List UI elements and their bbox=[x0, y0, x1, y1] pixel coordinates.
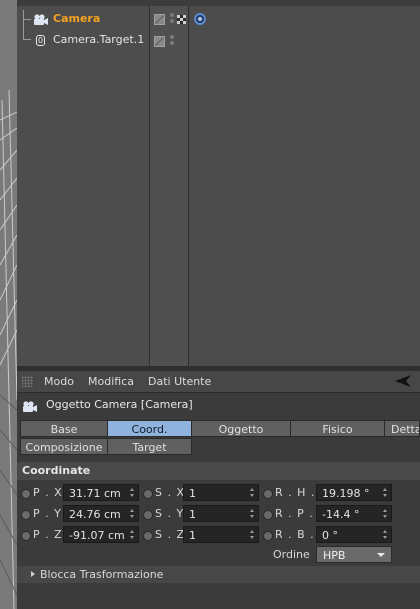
rh-field[interactable]: 19.198 ° bbox=[316, 484, 392, 501]
param-label-px: P . X bbox=[33, 486, 63, 499]
attribute-manager: Modo Modifica Dati Utente Oggetto Camera… bbox=[17, 371, 420, 609]
camera-icon bbox=[33, 13, 49, 25]
rb-field[interactable]: 0 ° bbox=[316, 526, 392, 543]
order-value: HPB bbox=[323, 549, 346, 562]
object-name[interactable]: Camera.Target.1 bbox=[53, 30, 144, 50]
tree-connector bbox=[23, 10, 24, 40]
stepper-arrows-icon[interactable] bbox=[383, 509, 388, 518]
order-select[interactable]: HPB bbox=[316, 546, 392, 563]
stepper-arrows-icon[interactable] bbox=[130, 530, 135, 539]
stepper-arrows-icon[interactable] bbox=[130, 509, 135, 518]
stepper-arrows-icon[interactable] bbox=[383, 488, 388, 497]
fold-label: Blocca Trasformazione bbox=[40, 568, 164, 581]
keyframe-radio[interactable] bbox=[143, 531, 153, 541]
disclosure-triangle-icon[interactable] bbox=[31, 571, 35, 577]
rh-value: 19.198 ° bbox=[322, 487, 370, 500]
param-label-sy: S . Y bbox=[155, 507, 185, 520]
chevron-down-icon bbox=[377, 553, 385, 557]
tree-connector bbox=[23, 39, 31, 40]
section-title: Coordinate bbox=[22, 464, 91, 477]
object-name[interactable]: Camera bbox=[53, 9, 100, 29]
tab-coord[interactable]: Coord. bbox=[107, 420, 192, 437]
param-label-sx: S . X bbox=[155, 486, 186, 499]
sz-value: 1 bbox=[189, 529, 196, 542]
target-tag-icon[interactable] bbox=[194, 13, 206, 25]
menu-modo[interactable]: Modo bbox=[44, 371, 74, 392]
editor-visibility-dots[interactable] bbox=[169, 35, 175, 45]
stepper-arrows-icon[interactable] bbox=[250, 488, 255, 497]
tab-target[interactable]: Target bbox=[107, 438, 192, 455]
param-label-sz: S . Z bbox=[155, 528, 186, 541]
camera-icon bbox=[22, 399, 38, 412]
fold-blocca-trasformazione[interactable]: Blocca Trasformazione bbox=[17, 566, 420, 583]
stepper-arrows-icon[interactable] bbox=[250, 530, 255, 539]
keyframe-radio[interactable] bbox=[21, 489, 31, 499]
object-manager: Camera 0 Camera.Target.1 bbox=[17, 0, 420, 366]
grip-icon[interactable] bbox=[22, 376, 33, 387]
pz-value: -91.07 cm bbox=[69, 529, 125, 542]
px-value: 31.71 cm bbox=[69, 487, 121, 500]
keyframe-radio[interactable] bbox=[143, 510, 153, 520]
visibility-column bbox=[150, 6, 189, 366]
back-arrow-icon[interactable] bbox=[395, 375, 411, 387]
stepper-arrows-icon[interactable] bbox=[383, 530, 388, 539]
viewport-edge[interactable] bbox=[0, 0, 17, 609]
tab-composizione[interactable]: Composizione bbox=[20, 438, 108, 455]
param-label-pz: P . Z bbox=[33, 528, 63, 541]
param-label-py: P . Y bbox=[33, 507, 62, 520]
layer-icon[interactable] bbox=[154, 36, 165, 47]
tab-fisico[interactable]: Fisico bbox=[290, 420, 385, 437]
null-object-icon: 0 bbox=[36, 35, 45, 46]
py-value: 24.76 cm bbox=[69, 508, 121, 521]
keyframe-radio[interactable] bbox=[263, 531, 273, 541]
object-title: Oggetto Camera [Camera] bbox=[46, 398, 193, 411]
tab-base[interactable]: Base bbox=[20, 420, 108, 437]
rp-value: -14.4 ° bbox=[322, 508, 360, 521]
editor-visibility-dots[interactable] bbox=[169, 13, 175, 23]
tab-bar: Base Coord. Oggetto Fisico Dettagli Comp… bbox=[17, 420, 420, 456]
py-field[interactable]: 24.76 cm bbox=[63, 505, 139, 522]
sz-field[interactable]: 1 bbox=[183, 526, 259, 543]
keyframe-radio[interactable] bbox=[21, 531, 31, 541]
layer-icon[interactable] bbox=[154, 14, 165, 25]
tab-dettagli[interactable]: Dettagli bbox=[384, 420, 420, 437]
tree-connector bbox=[23, 19, 31, 20]
sx-value: 1 bbox=[189, 487, 196, 500]
object-list: Camera 0 Camera.Target.1 bbox=[17, 6, 150, 366]
sy-value: 1 bbox=[189, 508, 196, 521]
order-label: Ordine bbox=[273, 548, 310, 561]
attribute-title-row: Oggetto Camera [Camera] bbox=[17, 394, 420, 416]
attribute-menubar: Modo Modifica Dati Utente bbox=[17, 371, 420, 393]
menu-dati-utente[interactable]: Dati Utente bbox=[148, 371, 211, 392]
rb-value: 0 ° bbox=[322, 529, 338, 542]
pz-field[interactable]: -91.07 cm bbox=[63, 526, 139, 543]
rp-field[interactable]: -14.4 ° bbox=[316, 505, 392, 522]
tags-column bbox=[189, 6, 420, 366]
stepper-arrows-icon[interactable] bbox=[130, 488, 135, 497]
menu-modifica[interactable]: Modifica bbox=[88, 371, 134, 392]
keyframe-radio[interactable] bbox=[21, 510, 31, 520]
tab-oggetto[interactable]: Oggetto bbox=[191, 420, 291, 437]
section-header: Coordinate bbox=[17, 462, 420, 480]
sx-field[interactable]: 1 bbox=[183, 484, 259, 501]
keyframe-radio[interactable] bbox=[263, 510, 273, 520]
sy-field[interactable]: 1 bbox=[183, 505, 259, 522]
px-field[interactable]: 31.71 cm bbox=[63, 484, 139, 501]
keyframe-radio[interactable] bbox=[143, 489, 153, 499]
keyframe-radio[interactable] bbox=[263, 489, 273, 499]
viewport-grid bbox=[0, 89, 17, 609]
stepper-arrows-icon[interactable] bbox=[250, 509, 255, 518]
checker-tag-icon[interactable] bbox=[177, 14, 186, 24]
